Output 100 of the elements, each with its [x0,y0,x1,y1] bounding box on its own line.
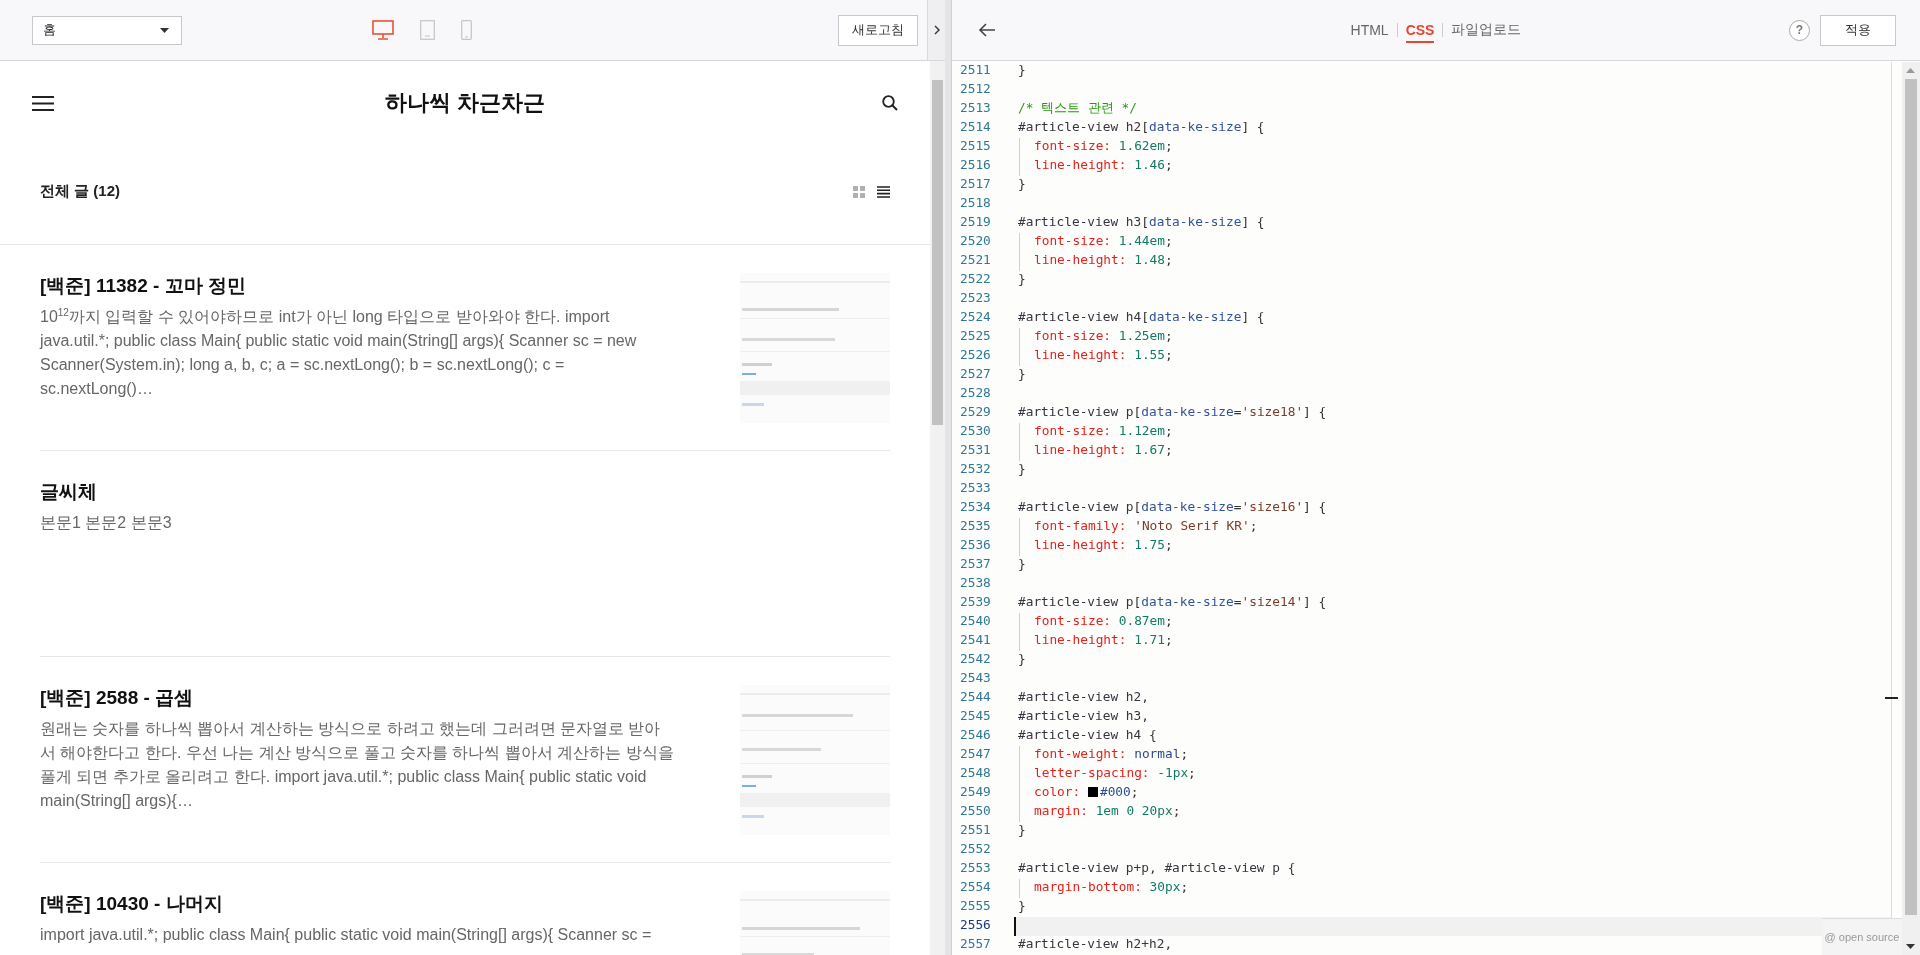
line-number: 2549 [959,784,992,801]
code-line: #article-view h3[data-ke-size] { [1017,214,1265,231]
list-icon[interactable] [877,185,890,198]
line-number: 2532 [959,461,992,478]
section-title: 전체 글 (12) [40,182,120,201]
line-number: 2543 [959,670,992,687]
line-number: 2518 [959,195,992,212]
post-excerpt: 10$^{12}$까지 입력할 수 있어야하므로 int가 아닌 long 타입으로 받아와야 한다. import java.util.*; public class Main{ public static void main(String[] args){ Scanner sc = new Scanner(System.in); long a, b, c; a = sc.nextLong(); b = sc.nextLong(); c = sc.nextLong()… [40,305,638,399]
page-select[interactable]: 홈 [32,15,182,45]
code-line: font-size: 1.25em; [1014,328,1173,347]
line-number: 2535 [959,518,992,535]
code-line: #article-view p[data-ke-size='size18'] { [1017,404,1327,421]
post-title[interactable]: [백준] 10430 - 나머지 [40,891,675,917]
line-number: 2522 [959,271,992,288]
line-number: 2513 [959,100,992,117]
code-line: line-height: 1.75; [1014,537,1173,556]
line-number: 2541 [959,632,992,649]
line-number: 2544 [959,689,992,706]
scroll-up-icon[interactable] [1906,68,1915,73]
code-line: font-size: 1.44em; [1014,233,1173,252]
tab[interactable]: HTML [1350,17,1389,43]
code-line: #article-view p+p, #article-view p { [1017,860,1296,877]
line-number: 2525 [959,328,992,345]
code-line: } [1017,822,1026,839]
line-number: 2511 [959,62,992,79]
line-number: 2537 [959,556,992,573]
line-number: 2538 [959,575,992,592]
line-number: 2516 [959,157,992,174]
help-button[interactable]: ? [1789,19,1810,41]
line-number: 2519 [959,214,992,231]
code-line: line-height: 1.55; [1014,347,1173,366]
code-line: } [1017,556,1026,573]
line-number: 2552 [959,841,992,858]
code-line: #article-view h2[data-ke-size] { [1017,119,1265,136]
line-number: 2520 [959,233,992,250]
grid-icon[interactable] [853,185,865,198]
line-number: 2554 [959,879,992,896]
code-line: } [1017,271,1026,288]
code-line: #article-view h2, [1017,689,1149,706]
search-icon[interactable] [882,95,898,111]
line-number: 2527 [959,366,992,383]
post-title[interactable]: 글씨체 [40,479,675,505]
line-number: 2547 [959,746,992,763]
line-number: 2533 [959,480,992,497]
code-line: } [1017,366,1026,383]
monitor-icon[interactable] [372,20,394,40]
line-number: 2546 [959,727,992,744]
apply-button[interactable]: 적용 [1820,14,1896,46]
code-line: /* 텍스트 관련 */ [1017,100,1137,117]
code-line: line-height: 1.67; [1014,442,1173,461]
code-line: line-height: 1.48; [1014,252,1173,271]
blog-title[interactable]: 하나씩 차근차근 [80,88,850,118]
line-number: 2542 [959,651,992,668]
tablet-icon[interactable] [420,20,435,40]
code-line: #article-view p[data-ke-size='size14'] { [1017,594,1327,611]
code-line: #article-view h3, [1017,708,1149,725]
code-line: font-size: 1.62em; [1014,138,1173,157]
code-line: #article-view p[data-ke-size='size16'] { [1017,499,1327,516]
overview-marker [1885,697,1898,699]
menu-icon[interactable] [32,95,54,111]
tab[interactable]: CSS [1405,17,1435,43]
caret-icon [160,27,169,33]
line-number: 2512 [959,81,992,98]
scrollbar-thumb[interactable] [1905,79,1917,915]
line-number: 2557 [959,936,992,953]
tab[interactable]: 파일업로드 [1451,16,1522,44]
line-number: 2553 [959,860,992,877]
code-line: line-height: 1.46; [1014,157,1173,176]
line-number: 2555 [959,898,992,915]
scroll-down-icon[interactable] [1906,944,1915,949]
post-excerpt: 원래는 숫자를 하나씩 뽑아서 계산하는 방식으로 하려고 했는데 그러려면 문자열로 받아서 해야한다고 한다. 우선 나는 계산 방식으로 풀고 숫자를 하나씩 뽑아서 계산하는 방식을 풀게 되면 추가로 올리려고 한다. import java.util.*; public class Main{ public static void main(String[] args){… [40,719,675,811]
code-line: font-size: 1.12em; [1014,423,1173,442]
line-number: 2526 [959,347,992,364]
refresh-button[interactable]: 새로고침 [838,14,918,46]
line-number: 2548 [959,765,992,782]
post-excerpt: import java.util.*; public class Main{ public static void main(String[] args){ Scanner sc = [40,925,653,945]
line-number: 2550 [959,803,992,820]
code-line: } [1017,461,1026,478]
code-line: letter-spacing: -1px; [1014,765,1196,784]
code-line: #article-view h4[data-ke-size] { [1017,309,1265,326]
line-number: 2531 [959,442,992,459]
code-line: margin: 1em 0 20px; [1014,803,1181,822]
back-arrow-icon[interactable] [978,23,996,37]
code-line: #article-view h2+h2, [1017,936,1173,953]
line-number: 2556 [959,917,992,934]
code-line: } [1017,898,1026,915]
post-title[interactable]: [백준] 2588 - 곱셈 [40,685,675,711]
post-title[interactable]: [백준] 11382 - 꼬마 정민 [40,273,675,299]
scrollbar[interactable] [930,61,945,955]
line-number: 2524 [959,309,992,326]
line-number: 2514 [959,119,992,136]
line-number: 2551 [959,822,992,839]
scrollbar[interactable] [1902,62,1920,955]
phone-icon[interactable] [461,20,472,40]
line-number: 2529 [959,404,992,421]
scrollbar-thumb[interactable] [932,80,943,425]
line-number: 2521 [959,252,992,269]
code-line: font-size: 0.87em; [1014,613,1173,632]
line-number: 2523 [959,290,992,307]
collapse-button[interactable] [927,0,945,60]
